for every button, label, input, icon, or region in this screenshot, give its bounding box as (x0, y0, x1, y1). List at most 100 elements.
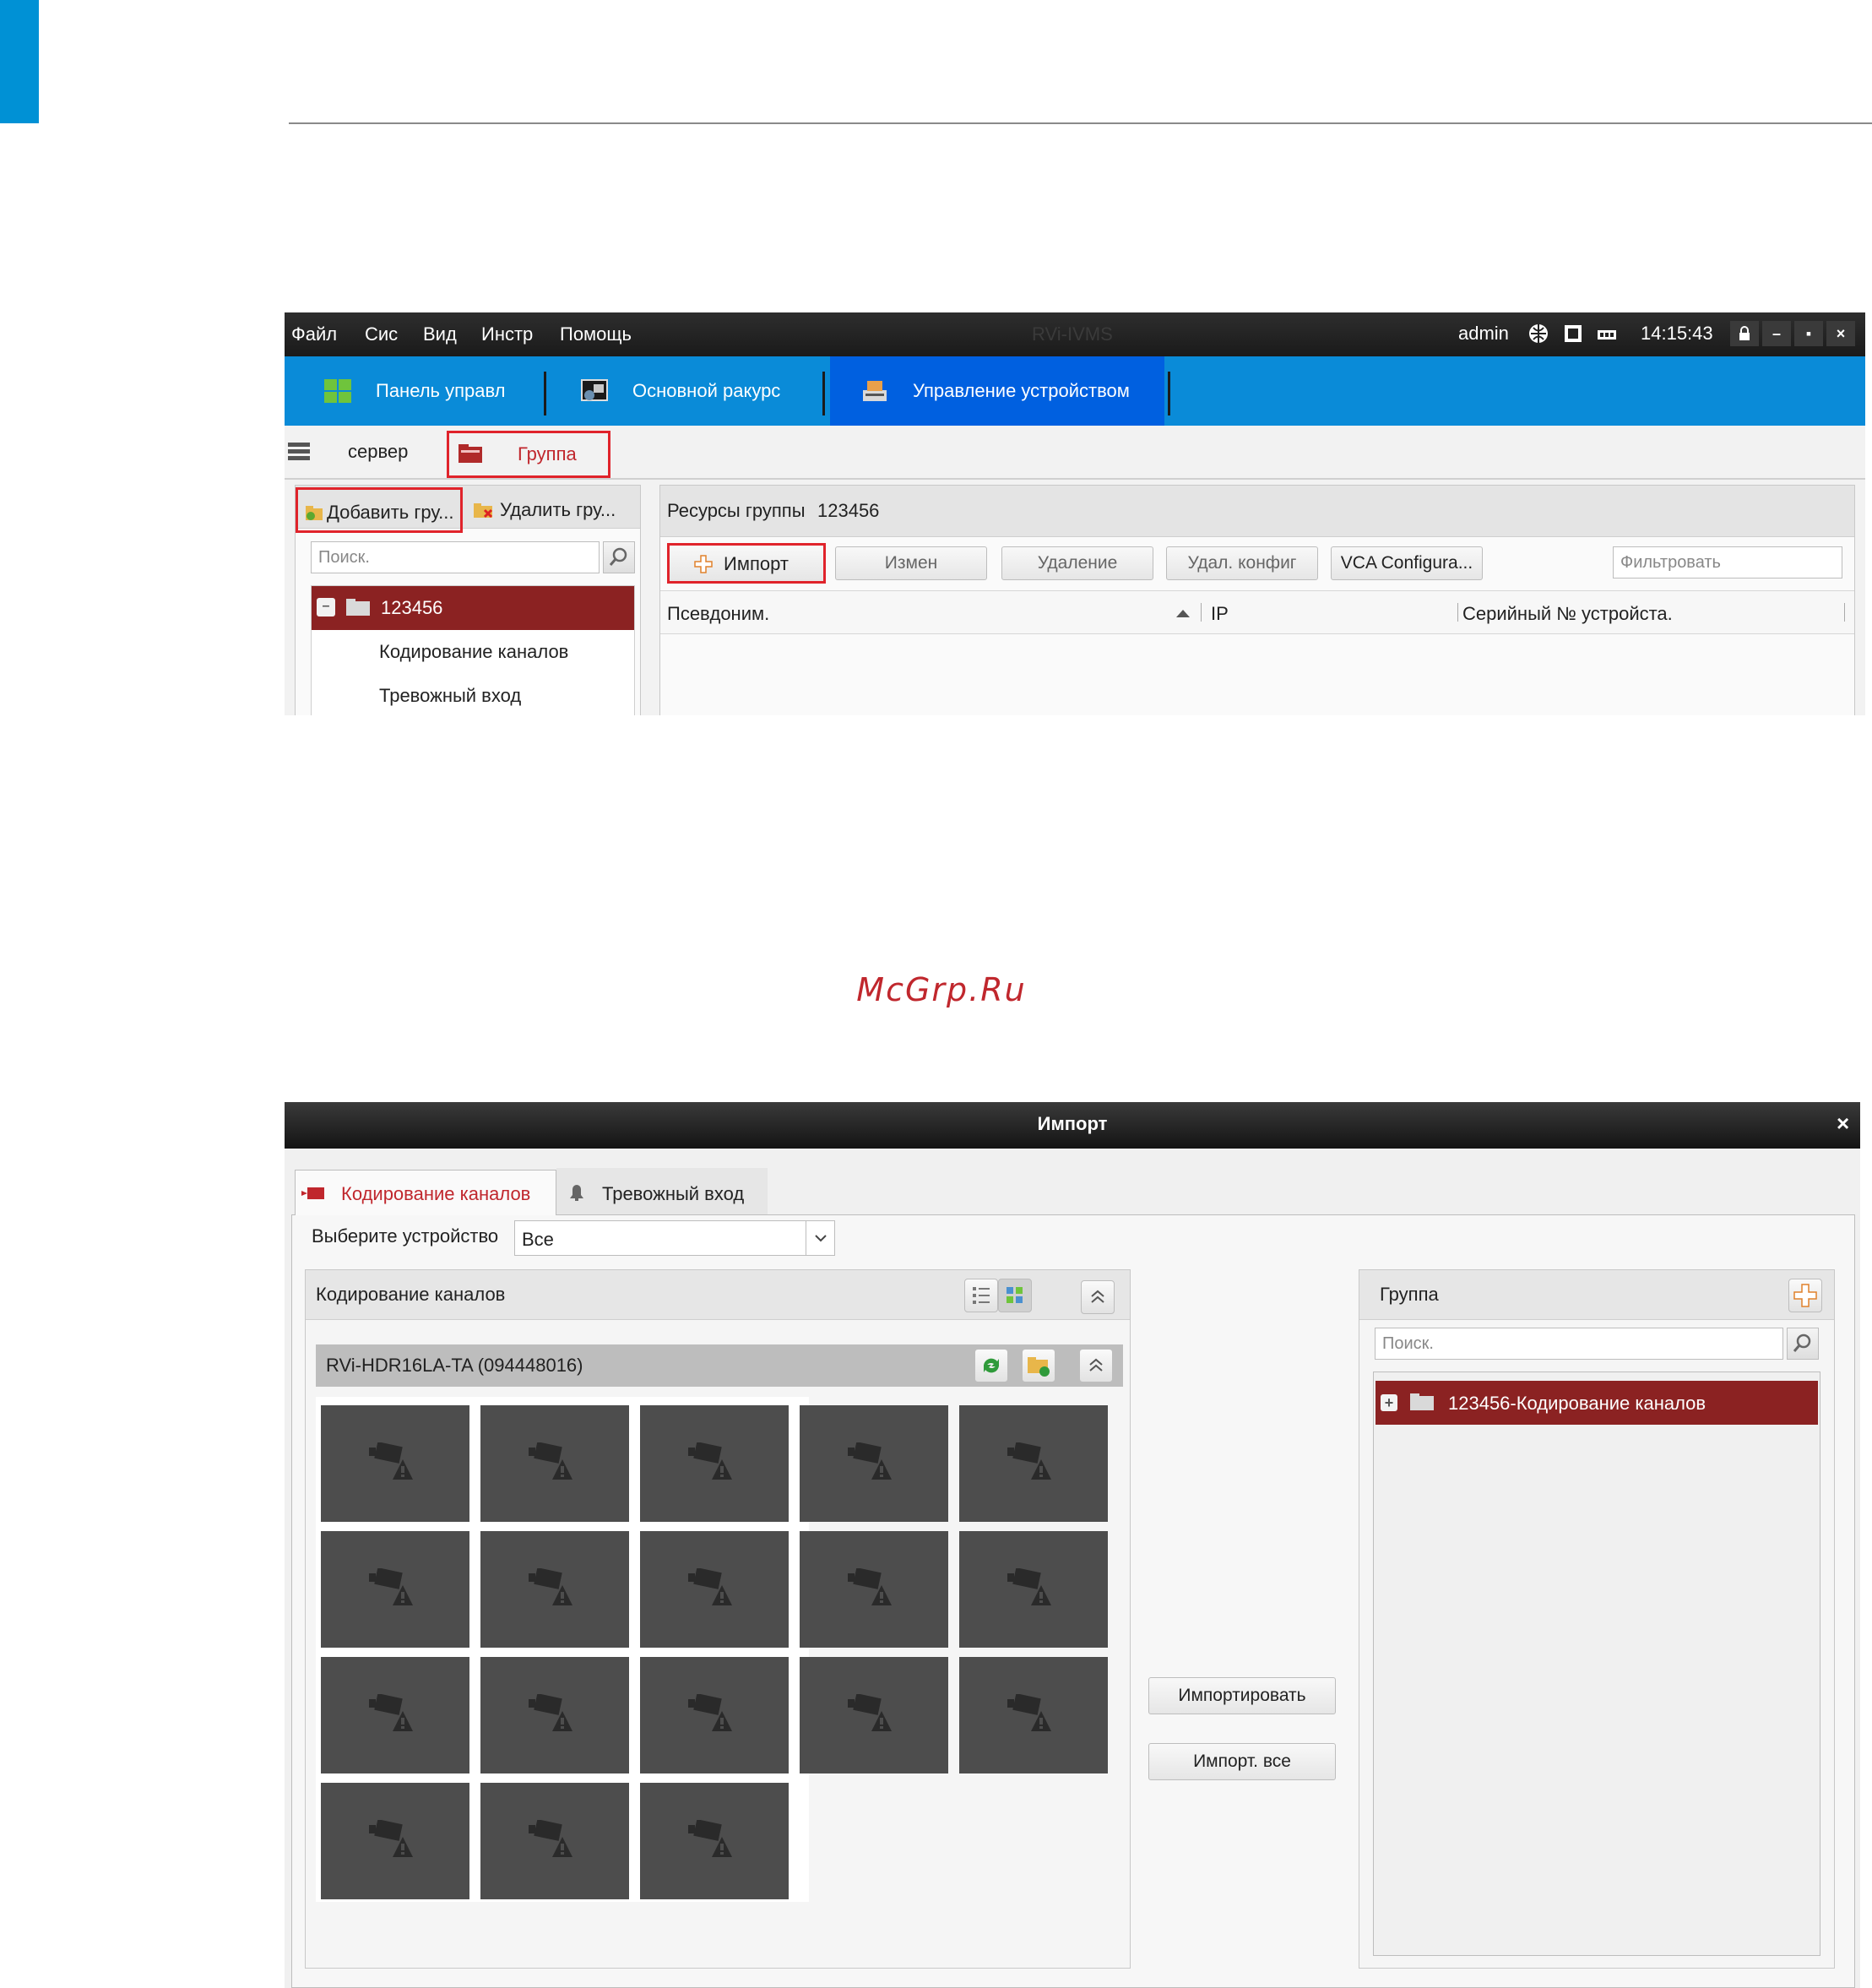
remote-config-button[interactable]: Удал. конфиг (1166, 546, 1318, 580)
tab-group[interactable]: Группа (447, 431, 610, 478)
no-video-camera-icon (1007, 1568, 1051, 1605)
channel-tile[interactable] (480, 1783, 629, 1899)
delete-group-button[interactable]: Удалить гру... (469, 487, 638, 531)
import-selected-button[interactable]: Импортировать (1148, 1677, 1336, 1714)
channel-tile[interactable] (321, 1783, 469, 1899)
group-search-input[interactable]: Поиск. (1375, 1328, 1783, 1360)
channel-tile[interactable] (321, 1405, 469, 1522)
grid-view-icon[interactable] (998, 1279, 1032, 1312)
list-view-icon[interactable] (964, 1279, 998, 1312)
tab-server[interactable]: сервер (348, 441, 408, 463)
column-alias[interactable]: Псевдоним. (667, 603, 769, 625)
no-video-camera-icon (369, 1442, 413, 1480)
close-button[interactable]: × (1826, 321, 1855, 346)
channel-tile[interactable] (959, 1531, 1108, 1648)
channel-tile[interactable] (640, 1405, 789, 1522)
add-to-group-icon[interactable] (1022, 1349, 1055, 1382)
import-all-button[interactable]: Импорт. все (1148, 1743, 1336, 1780)
tab-control-panel[interactable]: Панель управл (323, 356, 506, 426)
expand-icon[interactable]: + (1381, 1394, 1397, 1411)
no-video-camera-icon (688, 1442, 732, 1480)
plus-icon (694, 555, 713, 573)
network-icon[interactable] (1527, 323, 1549, 345)
channel-tile[interactable] (800, 1405, 948, 1522)
app-title: RVi-IVMS (1032, 323, 1113, 345)
menu-help[interactable]: Помощь (560, 323, 632, 345)
tab-device-management[interactable]: Управление устройством (830, 356, 1164, 426)
column-divider (1844, 603, 1845, 622)
import-button[interactable]: Импорт (667, 543, 826, 584)
refresh-icon[interactable] (974, 1349, 1008, 1382)
maximize-button[interactable]: ▪ (1794, 321, 1823, 346)
tree-item-alarm-input[interactable]: Тревожный вход (379, 685, 521, 707)
sort-ascending-icon[interactable] (1175, 608, 1191, 618)
edit-button[interactable]: Измен (835, 546, 987, 580)
channel-tile[interactable] (321, 1531, 469, 1648)
group-search-input[interactable]: Поиск. (311, 541, 600, 573)
resources-group-name: 123456 (817, 500, 880, 521)
tab-label: Панель управл (376, 380, 506, 401)
group-tree-item[interactable]: + 123456-Кодирование каналов (1376, 1381, 1818, 1425)
no-video-camera-icon (529, 1442, 572, 1480)
channel-tile[interactable] (640, 1531, 789, 1648)
collapse-icon[interactable]: – (317, 598, 335, 616)
tab-alarm-input[interactable]: Тревожный вход (556, 1168, 768, 1215)
collapse-device-icon[interactable] (1079, 1349, 1113, 1382)
menu-file[interactable]: Файл (291, 323, 337, 345)
no-video-camera-icon (688, 1568, 732, 1605)
group-resources-panel: Ресурсы группы 123456 Импорт Измен Удале… (659, 485, 1855, 715)
channel-tile[interactable] (959, 1657, 1108, 1773)
device-select[interactable]: Все (514, 1220, 835, 1256)
menu-tools[interactable]: Инстр (481, 323, 533, 345)
tab-separator (1168, 372, 1170, 416)
column-divider (1201, 603, 1202, 622)
channel-tile[interactable] (480, 1657, 629, 1773)
no-video-camera-icon (529, 1568, 572, 1605)
channel-tile[interactable] (640, 1783, 789, 1899)
vca-config-button[interactable]: VCA Configura... (1331, 546, 1483, 580)
tree-root-item[interactable]: – 123456 (312, 586, 634, 630)
tab-label: Кодирование каналов (341, 1183, 531, 1204)
channel-tile[interactable] (480, 1531, 629, 1648)
channel-tile[interactable] (959, 1405, 1108, 1522)
channel-tile[interactable] (800, 1531, 948, 1648)
tab-group-label: Группа (518, 443, 577, 464)
tab-main-view[interactable]: Основной ракурс (580, 356, 780, 426)
chevron-down-icon[interactable] (806, 1221, 835, 1255)
channel-tile[interactable] (640, 1657, 789, 1773)
search-icon[interactable] (1787, 1328, 1819, 1360)
search-icon[interactable] (603, 541, 635, 573)
device-select-value: Все (522, 1229, 554, 1250)
user-name[interactable]: admin (1458, 323, 1509, 345)
no-video-camera-icon (529, 1820, 572, 1857)
tree-item-encoding-channels[interactable]: Кодирование каналов (379, 641, 568, 663)
header-rule (289, 122, 1872, 124)
delete-group-label: Удалить гру... (500, 499, 616, 520)
lock-icon[interactable] (1730, 321, 1759, 346)
resources-table-body (660, 634, 1854, 715)
tab-separator (544, 372, 546, 416)
column-serial[interactable]: Серийный № устройста. (1462, 603, 1673, 625)
tree-root-label: 123456 (381, 597, 443, 618)
device-row[interactable]: RVi-HDR16LA-TA (094448016) (316, 1344, 1123, 1387)
add-group-button[interactable]: Добавить гру... (296, 487, 463, 533)
add-group-plus-icon[interactable] (1788, 1279, 1822, 1312)
group-panel: Группа Поиск. + 123456-Кодирование канал… (1359, 1269, 1835, 1969)
channel-tile[interactable] (800, 1657, 948, 1773)
tab-label: Управление устройством (913, 380, 1130, 401)
channel-tile[interactable] (321, 1657, 469, 1773)
column-ip[interactable]: IP (1211, 603, 1229, 625)
dialog-close-icon[interactable]: × (1837, 1111, 1849, 1137)
menu-system[interactable]: Сис (365, 323, 398, 345)
delete-button[interactable]: Удаление (1001, 546, 1153, 580)
menu-bar: Файл Сис Вид Инстр Помощь RVi-IVMS admin… (285, 312, 1865, 356)
channel-tile[interactable] (480, 1405, 629, 1522)
menu-view[interactable]: Вид (423, 323, 457, 345)
minimize-button[interactable]: – (1762, 321, 1791, 346)
no-video-camera-icon (848, 1568, 892, 1605)
device-management-icon (863, 381, 887, 401)
collapse-up-icon[interactable] (1081, 1280, 1115, 1314)
filter-input[interactable]: Фильтровать (1613, 546, 1842, 578)
main-tab-bar: Панель управл Основной ракурс Управление… (285, 356, 1865, 426)
tab-encoding-channels[interactable]: Кодирование каналов (295, 1170, 556, 1215)
